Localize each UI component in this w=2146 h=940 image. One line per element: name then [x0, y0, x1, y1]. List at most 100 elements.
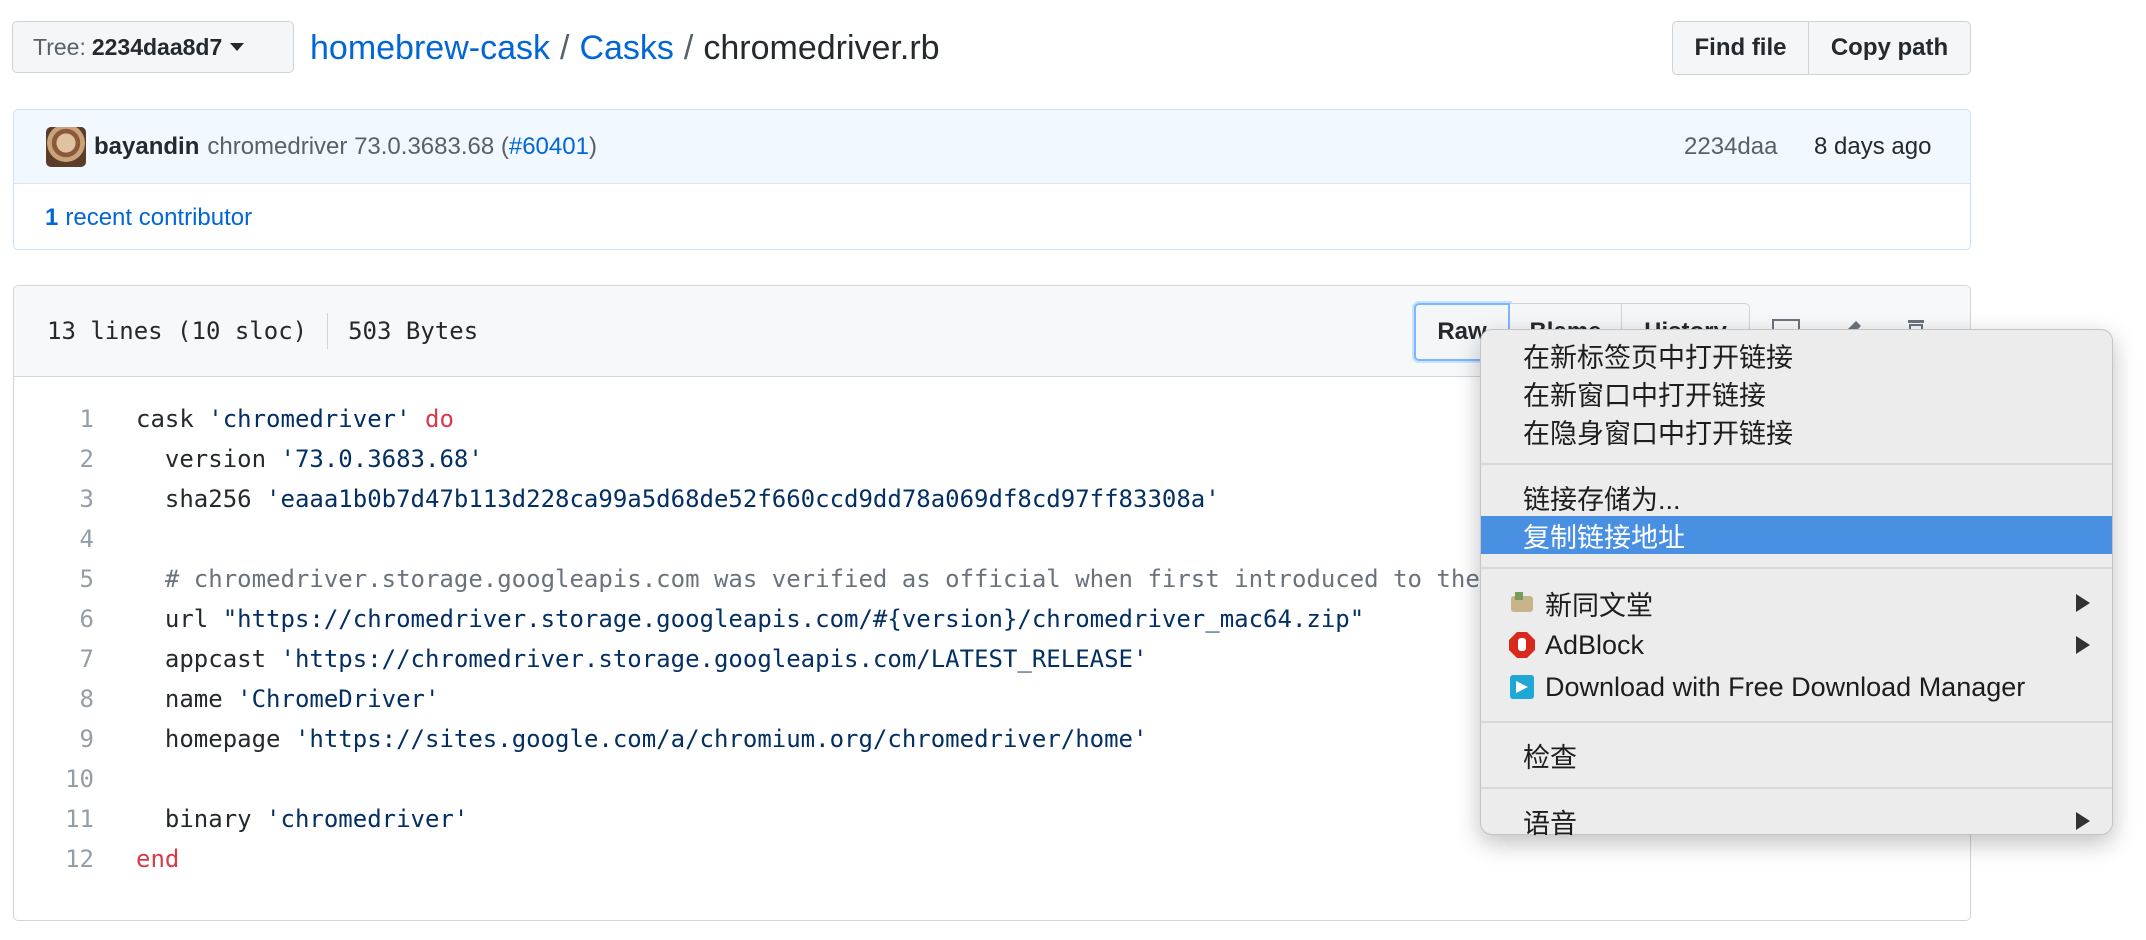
menu-item-speech[interactable]: 语音 — [1481, 802, 2112, 840]
menu-item-label: AdBlock — [1545, 629, 1645, 660]
commit-author-link[interactable]: bayandin — [94, 133, 199, 161]
line-number[interactable]: 11 — [14, 805, 94, 833]
tree-label: Tree: — [33, 33, 86, 60]
menu-item-free-download-manager[interactable]: Download with Free Download Manager — [1481, 666, 2112, 708]
submenu-arrow-icon — [2076, 812, 2090, 830]
code-token: binary — [136, 805, 267, 833]
caret-down-icon — [230, 43, 245, 51]
code-token: version — [136, 445, 281, 473]
code-text: name 'ChromeDriver' — [136, 685, 440, 713]
code-token: homepage — [136, 725, 295, 753]
menu-item-save-link-as[interactable]: 链接存储为... — [1481, 478, 2112, 516]
file-line-count: 13 lines (10 sloc) — [47, 317, 308, 345]
commit-message: chromedriver 73.0.3683.68 (#60401) — [207, 133, 597, 161]
commit-message-end: ) — [588, 132, 597, 160]
code-text: end — [136, 845, 179, 873]
menu-item-open-new-window[interactable]: 在新窗口中打开链接 — [1481, 374, 2112, 412]
code-token: "https://chromedriver.storage.googleapis… — [222, 605, 1365, 633]
code-token: cask — [136, 405, 209, 433]
code-text: binary 'chromedriver' — [136, 805, 468, 833]
line-number[interactable]: 5 — [14, 565, 94, 593]
code-token: 'ChromeDriver' — [237, 685, 440, 713]
code-token: '73.0.3683.68' — [280, 445, 483, 473]
menu-separator — [1481, 721, 2112, 723]
commit-box: bayandin chromedriver 73.0.3683.68 (#604… — [13, 109, 1971, 250]
header-divider — [327, 313, 329, 349]
line-number[interactable]: 6 — [14, 605, 94, 633]
menu-item-xintongwentang[interactable]: 新同文堂 — [1481, 582, 2112, 624]
breadcrumb-folder-link[interactable]: Casks — [579, 29, 673, 68]
menu-item-label: 链接存储为... — [1523, 484, 1681, 515]
breadcrumb-separator: / — [683, 28, 694, 67]
code-token: 'chromedriver' — [208, 405, 411, 433]
pull-request-link[interactable]: #60401 — [509, 133, 589, 160]
menu-item-label: 在新窗口中打开链接 — [1523, 380, 1766, 411]
contributors-label: recent contributor — [65, 203, 253, 231]
code-line: 12 end — [14, 839, 1970, 879]
contributors-count: 1 — [45, 203, 59, 231]
copy-path-button[interactable]: Copy path — [1809, 21, 1971, 75]
line-number[interactable]: 8 — [14, 685, 94, 713]
code-text: homepage 'https://sites.google.com/a/chr… — [136, 725, 1148, 753]
code-text: # chromedriver.storage.googleapis.com wa… — [136, 565, 1480, 593]
breadcrumb: homebrew-cask / Casks / chromedriver.rb — [310, 26, 940, 70]
breadcrumb-current-file: chromedriver.rb — [703, 28, 940, 67]
free-download-manager-icon — [1510, 675, 1534, 699]
code-text: version '73.0.3683.68' — [136, 445, 483, 473]
code-token: name — [136, 685, 238, 713]
commit-date: 8 days ago — [1814, 132, 1932, 160]
breadcrumb-repo-link[interactable]: homebrew-cask — [310, 29, 550, 68]
line-number[interactable]: 10 — [14, 765, 94, 793]
code-token: end — [136, 845, 180, 873]
line-number[interactable]: 9 — [14, 725, 94, 753]
menu-item-open-incognito[interactable]: 在隐身窗口中打开链接 — [1481, 412, 2112, 450]
submenu-arrow-icon — [2076, 636, 2090, 654]
menu-item-label: 在隐身窗口中打开链接 — [1523, 418, 1793, 449]
code-token: do — [425, 405, 454, 433]
code-text: url "https://chromedriver.storage.google… — [136, 605, 1364, 633]
code-token: 'https://sites.google.com/a/chromium.org… — [294, 725, 1148, 753]
find-file-button[interactable]: Find file — [1672, 21, 1809, 75]
branch-select-button[interactable]: Tree: 2234daa8d7 — [12, 21, 294, 73]
menu-item-label: 检查 — [1523, 742, 1577, 773]
latest-commit: bayandin chromedriver 73.0.3683.68 (#604… — [14, 110, 1970, 184]
adblock-icon — [1509, 632, 1535, 658]
avatar[interactable] — [46, 126, 86, 167]
xintongwentang-icon — [1511, 592, 1533, 612]
commit-message-text[interactable]: chromedriver 73.0.3683.68 ( — [207, 133, 509, 160]
menu-item-label: 在新标签页中打开链接 — [1523, 342, 1793, 373]
code-token: # chromedriver.storage.googleapis.com wa… — [136, 565, 1480, 593]
menu-item-label: Download with Free Download Manager — [1545, 671, 2026, 702]
line-number[interactable]: 4 — [14, 525, 94, 553]
code-token: 'eaaa1b0b7d47b113d228ca99a5d68de52f660cc… — [266, 485, 1220, 513]
code-token: 'https://chromedriver.storage.googleapis… — [280, 645, 1148, 673]
line-number[interactable]: 1 — [14, 405, 94, 433]
line-number[interactable]: 12 — [14, 845, 94, 873]
tree-value: 2234daa8d7 — [91, 33, 223, 60]
line-number[interactable]: 3 — [14, 485, 94, 513]
menu-item-label: 复制链接地址 — [1523, 522, 1685, 553]
commit-sha-link[interactable]: 2234daa — [1684, 133, 1777, 161]
menu-item-inspect[interactable]: 检查 — [1481, 736, 2112, 774]
line-number[interactable]: 2 — [14, 445, 94, 473]
code-token: sha256 — [136, 485, 267, 513]
code-text: sha256 'eaaa1b0b7d47b113d228ca99a5d68de5… — [136, 485, 1220, 513]
breadcrumb-separator: / — [559, 28, 570, 67]
context-menu: 在新标签页中打开链接 在新窗口中打开链接 在隐身窗口中打开链接 链接存储为...… — [1480, 329, 2113, 839]
submenu-arrow-icon — [2076, 594, 2090, 612]
menu-item-label: 新同文堂 — [1545, 590, 1653, 621]
menu-separator — [1481, 567, 2112, 569]
code-text: cask 'chromedriver' do — [136, 405, 454, 433]
menu-item-open-new-tab[interactable]: 在新标签页中打开链接 — [1481, 336, 2112, 374]
code-token: 'chromedriver' — [266, 805, 469, 833]
code-text: appcast 'https://chromedriver.storage.go… — [136, 645, 1148, 673]
contributors-link[interactable]: 1 recent contributor — [14, 184, 1970, 249]
file-size: 503 Bytes — [348, 317, 479, 345]
menu-separator — [1481, 463, 2112, 465]
line-number[interactable]: 7 — [14, 645, 94, 673]
menu-item-adblock[interactable]: AdBlock — [1481, 624, 2112, 666]
menu-item-label: 语音 — [1523, 808, 1577, 839]
menu-item-copy-link[interactable]: 复制链接地址 — [1481, 516, 2112, 554]
code-token: appcast — [136, 645, 281, 673]
